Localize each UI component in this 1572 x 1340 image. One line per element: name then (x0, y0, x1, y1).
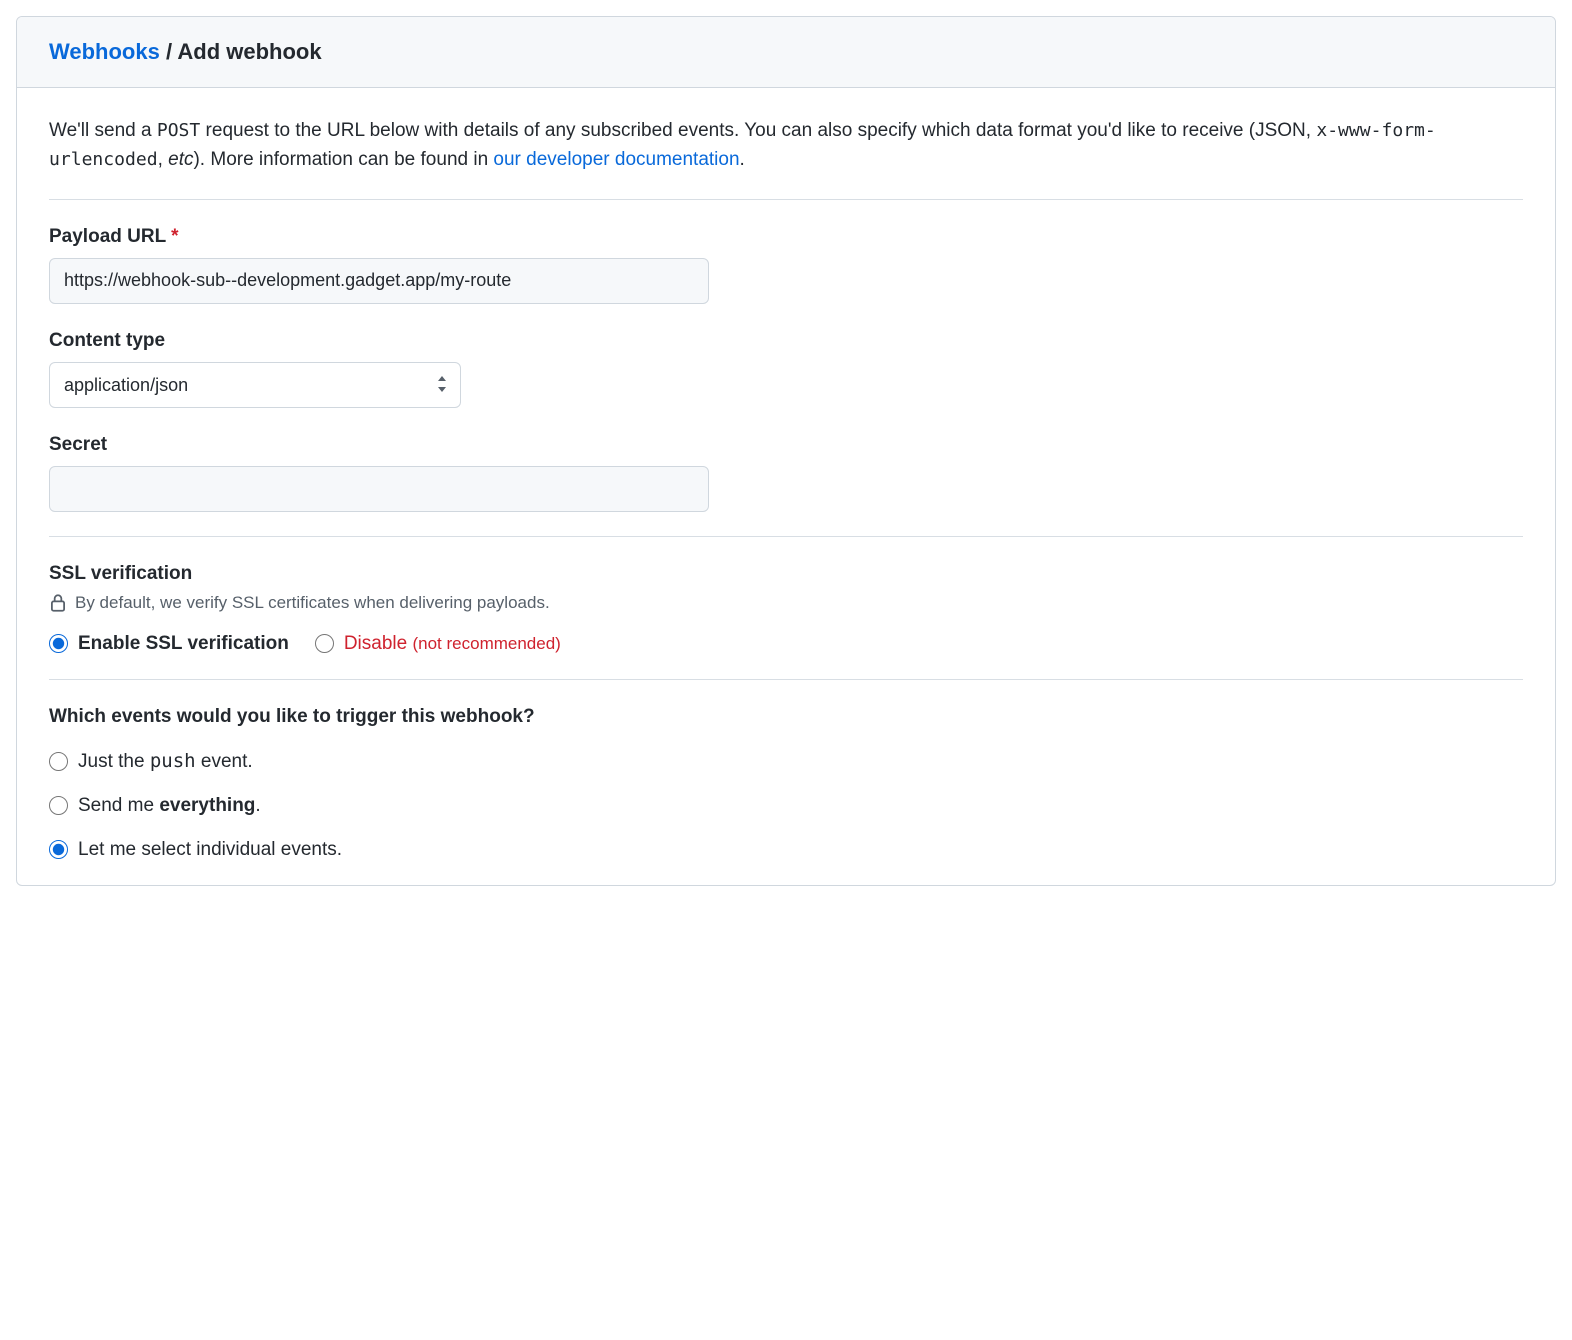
ssl-description-text: By default, we verify SSL certificates w… (75, 593, 550, 613)
payload-url-group: Payload URL * (49, 226, 1523, 304)
events-heading: Which events would you like to trigger t… (49, 706, 1523, 728)
breadcrumb-current: Add webhook (177, 39, 321, 64)
intro-text: We'll send a POST request to the URL bel… (49, 116, 1523, 175)
ssl-description-row: By default, we verify SSL certificates w… (49, 593, 1523, 613)
events-everything-radio[interactable] (49, 796, 68, 815)
secret-group: Secret (49, 434, 1523, 512)
webhook-panel: Webhooks / Add webhook We'll send a POST… (16, 16, 1556, 886)
ssl-enable-label: Enable SSL verification (78, 633, 289, 655)
ssl-disable-option[interactable]: Disable (not recommended) (315, 633, 561, 655)
divider (49, 679, 1523, 680)
ssl-disable-radio[interactable] (315, 634, 334, 653)
events-everything-option[interactable]: Send me everything. (49, 795, 1523, 817)
divider (49, 536, 1523, 537)
required-mark: * (171, 226, 178, 247)
ssl-disable-label: Disable (not recommended) (344, 633, 561, 655)
events-select-option[interactable]: Let me select individual events. (49, 839, 1523, 861)
developer-docs-link[interactable]: our developer documentation (493, 149, 739, 170)
payload-url-label: Payload URL * (49, 226, 1523, 248)
divider (49, 199, 1523, 200)
events-push-radio[interactable] (49, 752, 68, 771)
ssl-radio-group: Enable SSL verification Disable (not rec… (49, 633, 1523, 655)
events-everything-label: Send me everything. (78, 795, 261, 817)
post-code: POST (157, 120, 200, 141)
panel-body: We'll send a POST request to the URL bel… (17, 88, 1555, 885)
content-type-select[interactable]: application/json (49, 362, 461, 408)
secret-label: Secret (49, 434, 1523, 456)
secret-input[interactable] (49, 466, 709, 512)
ssl-enable-option[interactable]: Enable SSL verification (49, 633, 289, 655)
ssl-heading: SSL verification (49, 563, 1523, 585)
panel-header: Webhooks / Add webhook (17, 17, 1555, 88)
breadcrumb-separator: / (166, 39, 177, 64)
lock-icon (49, 593, 67, 613)
events-select-label: Let me select individual events. (78, 839, 342, 861)
payload-url-input[interactable] (49, 258, 709, 304)
breadcrumb-root-link[interactable]: Webhooks (49, 39, 160, 64)
content-type-group: Content type application/json (49, 330, 1523, 408)
content-type-label: Content type (49, 330, 1523, 352)
events-select-radio[interactable] (49, 840, 68, 859)
ssl-enable-radio[interactable] (49, 634, 68, 653)
events-push-label: Just the push event. (78, 750, 253, 773)
events-push-option[interactable]: Just the push event. (49, 750, 1523, 773)
content-type-select-wrap: application/json (49, 362, 461, 408)
